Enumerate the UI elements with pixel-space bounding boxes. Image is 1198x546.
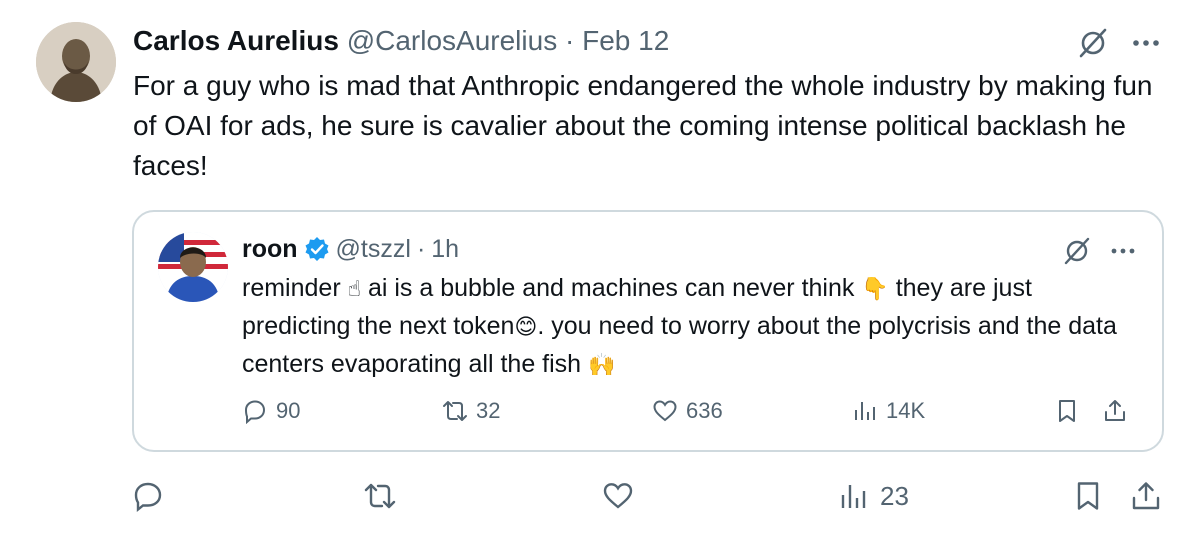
quoted-tweet-header: roon @tszzl · 1h — [242, 234, 459, 264]
share-action[interactable] — [1130, 480, 1162, 512]
views-icon — [855, 402, 875, 420]
reply-action[interactable]: 90 — [242, 398, 300, 424]
retweet-action[interactable] — [364, 480, 406, 512]
quoted-tweet-time[interactable]: 1h — [431, 234, 459, 264]
bookmark-action[interactable] — [1072, 480, 1104, 512]
share-icon — [1132, 482, 1160, 510]
views-action[interactable]: 14K — [852, 398, 925, 424]
quoted-tweet[interactable]: roon @tszzl · 1h reminder ☝ ai is a bubb… — [132, 210, 1164, 452]
reply-count: 90 — [276, 398, 301, 423]
reply-icon — [134, 482, 162, 512]
author-name[interactable]: Carlos Aurelius — [133, 25, 339, 56]
more-icon[interactable] — [1128, 28, 1164, 58]
separator: · — [416, 235, 426, 263]
retweet-action[interactable]: 32 — [442, 398, 500, 424]
views-action[interactable]: 23 — [838, 480, 909, 512]
like-count: 636 — [686, 398, 723, 423]
raising-hands-emoji-icon: 🙌 — [588, 353, 616, 378]
tweet-date[interactable]: Feb 12 — [582, 25, 669, 56]
quoted-author-avatar[interactable] — [158, 232, 228, 302]
pointing-down-emoji-icon: 👇 — [861, 277, 889, 302]
quoted-author-handle[interactable]: @tszzl — [336, 234, 411, 264]
tweet-actions: 23 — [132, 478, 1172, 518]
text-segment: reminder — [242, 274, 341, 302]
pointing-up-emoji-icon: ☝ — [347, 277, 362, 302]
quoted-tweet-actions: 90 32 636 14K — [242, 398, 1142, 428]
tweet-text: For a guy who is mad that Anthropic enda… — [133, 70, 1153, 181]
like-action[interactable]: 636 — [652, 398, 723, 424]
grok-icon[interactable] — [1062, 236, 1092, 266]
retweet-icon — [443, 401, 467, 421]
views-icon — [841, 485, 866, 508]
author-avatar[interactable] — [36, 22, 116, 102]
reply-icon — [244, 400, 266, 424]
share-action[interactable] — [1102, 398, 1128, 424]
retweet-count: 32 — [476, 398, 501, 423]
like-action[interactable] — [602, 480, 644, 512]
bookmark-icon — [1077, 482, 1099, 510]
tweet[interactable]: Carlos Aurelius @CarlosAurelius · Feb 12… — [0, 0, 1198, 546]
more-icon[interactable] — [1108, 238, 1138, 264]
smiling-emoji-icon: 😊 — [514, 315, 538, 340]
text-segment: ai is a bubble and machines can never th… — [367, 274, 855, 302]
verified-badge-icon — [305, 237, 329, 261]
like-icon — [603, 483, 633, 509]
bookmark-icon — [1059, 400, 1075, 422]
bookmark-action[interactable] — [1054, 398, 1080, 424]
quoted-author-name[interactable]: roon — [242, 234, 298, 264]
views-count: 14K — [886, 398, 926, 423]
quoted-tweet-text: reminder ☝ ai is a bubble and machines c… — [242, 270, 1142, 384]
retweet-icon — [364, 483, 396, 509]
share-icon — [1105, 400, 1125, 421]
grok-icon[interactable] — [1076, 26, 1110, 60]
separator: · — [564, 25, 575, 56]
author-handle[interactable]: @CarlosAurelius — [347, 25, 558, 56]
views-count: 23 — [880, 480, 909, 511]
like-icon — [653, 400, 677, 422]
reply-action[interactable] — [132, 480, 174, 512]
tweet-header: Carlos Aurelius @CarlosAurelius · Feb 12 — [133, 24, 669, 58]
